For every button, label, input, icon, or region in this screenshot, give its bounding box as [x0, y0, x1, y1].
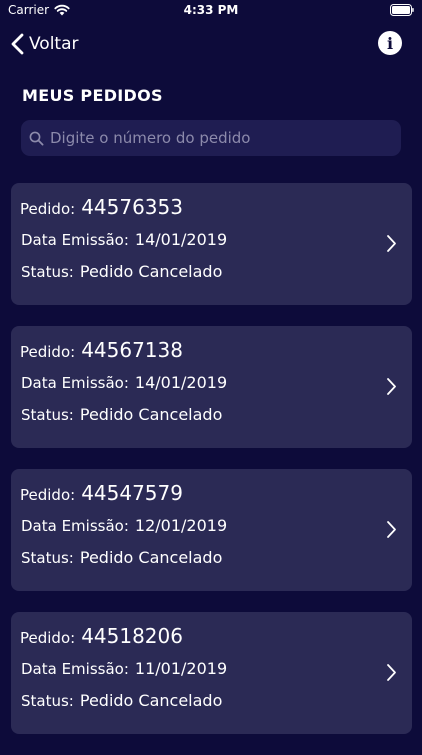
status-row: Status: Pedido Cancelado	[21, 691, 222, 710]
order-card[interactable]: Pedido: 44576353 Data Emissão: 14/01/201…	[11, 183, 412, 305]
order-number-row: Pedido: 44547579	[20, 481, 183, 505]
order-status: Pedido Cancelado	[79, 262, 223, 281]
order-number: 44547579	[81, 481, 183, 505]
info-icon[interactable]: i	[378, 31, 402, 55]
order-label: Pedido:	[20, 629, 76, 647]
chevron-right-icon	[387, 521, 396, 538]
status-row: Status: Pedido Cancelado	[21, 405, 222, 424]
navigation-bar: Voltar i	[0, 22, 422, 66]
status-row: Status: Pedido Cancelado	[21, 548, 222, 567]
issue-date-label: Data Emissão:	[21, 517, 129, 535]
issue-date: 14/01/2019	[134, 230, 228, 249]
order-status: Pedido Cancelado	[79, 405, 223, 424]
battery-icon	[390, 4, 414, 16]
issue-date-label: Data Emissão:	[21, 231, 129, 249]
page-title: MEUS PEDIDOS	[22, 86, 163, 105]
issue-date-row: Data Emissão: 14/01/2019	[21, 373, 227, 392]
issue-date: 14/01/2019	[134, 373, 228, 392]
search-icon	[29, 131, 44, 145]
chevron-left-icon	[11, 33, 24, 55]
issue-date: 12/01/2019	[134, 516, 228, 535]
status-bar: Carrier 4:33 PM	[0, 0, 422, 22]
issue-date-label: Data Emissão:	[21, 660, 129, 678]
order-card[interactable]: Pedido: 44547579 Data Emissão: 12/01/201…	[11, 469, 412, 591]
issue-date-row: Data Emissão: 12/01/2019	[21, 516, 227, 535]
search-field[interactable]	[21, 120, 401, 156]
back-button[interactable]: Voltar	[10, 30, 79, 58]
chevron-right-icon	[387, 235, 396, 252]
order-number-row: Pedido: 44518206	[20, 624, 183, 648]
status-label: Status:	[21, 263, 74, 281]
search-input[interactable]	[50, 129, 390, 147]
chevron-right-icon	[387, 664, 396, 681]
order-number: 44518206	[81, 624, 183, 648]
order-label: Pedido:	[20, 200, 76, 218]
clock: 4:33 PM	[183, 3, 239, 17]
order-status: Pedido Cancelado	[79, 548, 223, 567]
issue-date-row: Data Emissão: 14/01/2019	[21, 230, 227, 249]
chevron-right-icon	[387, 378, 396, 395]
order-label: Pedido:	[20, 486, 76, 504]
order-number-row: Pedido: 44576353	[20, 195, 183, 219]
order-status: Pedido Cancelado	[79, 691, 223, 710]
order-number-row: Pedido: 44567138	[20, 338, 183, 362]
order-card[interactable]: Pedido: 44518206 Data Emissão: 11/01/201…	[11, 612, 412, 734]
status-label: Status:	[21, 549, 74, 567]
back-label: Voltar	[29, 34, 79, 54]
order-number: 44567138	[81, 338, 183, 362]
status-row: Status: Pedido Cancelado	[21, 262, 222, 281]
order-label: Pedido:	[20, 343, 76, 361]
order-card[interactable]: Pedido: 44567138 Data Emissão: 14/01/201…	[11, 326, 412, 448]
order-list: Pedido: 44576353 Data Emissão: 14/01/201…	[11, 183, 412, 755]
status-label: Status:	[21, 406, 74, 424]
issue-date: 11/01/2019	[134, 659, 228, 678]
issue-date-label: Data Emissão:	[21, 374, 129, 392]
status-label: Status:	[21, 692, 74, 710]
order-number: 44576353	[81, 195, 183, 219]
issue-date-row: Data Emissão: 11/01/2019	[21, 659, 227, 678]
